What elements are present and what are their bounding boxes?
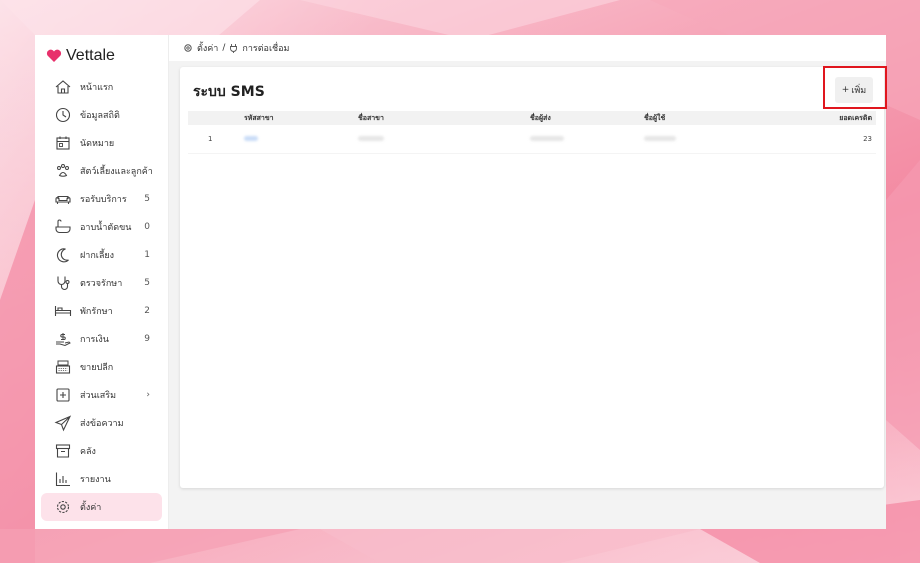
sidebar-item-label: หน้าแรก: [80, 83, 114, 93]
table-row[interactable]: 1 23: [188, 125, 876, 154]
sidebar-item-label: คลัง: [80, 447, 96, 457]
home-icon: [54, 78, 72, 96]
sidebar-item-bath[interactable]: อาบน้ำตัดขน 0: [41, 213, 162, 241]
breadcrumb-current: การต่อเชื่อม: [242, 44, 290, 54]
plus-box-icon: [54, 386, 72, 404]
sidebar-item-label: ข้อมูลสถิติ: [80, 111, 120, 121]
sofa-icon: [54, 190, 72, 208]
column-header-index: [188, 111, 240, 125]
sidebar-item-label: การเงิน: [80, 335, 109, 345]
add-button-highlight: [823, 66, 887, 109]
sidebar-item-chart[interactable]: รายงาน: [41, 465, 162, 493]
sidebar-item-send[interactable]: ส่งข้อความ: [41, 409, 162, 437]
chart-icon: [54, 470, 72, 488]
calendar-icon: [54, 134, 72, 152]
app-window: Vettale หน้าแรกข้อมูลสถิตินัดหมายสัตว์เล…: [35, 35, 886, 529]
sidebar-item-label: ส่วนเสริม: [80, 391, 117, 401]
column-header-branch-name[interactable]: ชื่อสาขา: [354, 111, 526, 125]
sidebar-nav: หน้าแรกข้อมูลสถิตินัดหมายสัตว์เลี้ยงและล…: [35, 73, 168, 521]
sidebar-item-plus-box[interactable]: ส่วนเสริม ›: [41, 381, 162, 409]
bed-icon: [54, 302, 72, 320]
sidebar-item-moon[interactable]: ฝากเลี้ยง 1: [41, 241, 162, 269]
row-sender-name: [526, 125, 640, 154]
sidebar-item-label: รอรับบริการ: [80, 195, 127, 205]
stats-icon: [54, 106, 72, 124]
column-header-username[interactable]: ชื่อผู้ใช้: [640, 111, 760, 125]
paw-icon: [54, 162, 72, 180]
sidebar-item-count: 2: [144, 306, 150, 316]
column-header-credit[interactable]: ยอดเครดิต: [760, 111, 876, 125]
logo[interactable]: Vettale: [35, 43, 168, 69]
moon-icon: [54, 246, 72, 264]
sidebar-item-money[interactable]: การเงิน 9: [41, 325, 162, 353]
brand-name: Vettale: [66, 47, 115, 64]
row-branch-name: [354, 125, 526, 154]
cash-register-icon: [54, 358, 72, 376]
heart-logo-icon: [46, 49, 62, 62]
sidebar-item-count: ›: [146, 390, 150, 400]
archive-icon: [54, 442, 72, 460]
sidebar-item-archive[interactable]: คลัง: [41, 437, 162, 465]
sidebar-item-label: อาบน้ำตัดขน: [80, 223, 132, 233]
sidebar-item-gear[interactable]: ตั้งค่า: [41, 493, 162, 521]
column-header-branch-code[interactable]: รหัสสาขา: [240, 111, 354, 125]
stethoscope-icon: [54, 274, 72, 292]
sidebar-item-count: 9: [144, 334, 150, 344]
sidebar-item-sofa[interactable]: รอรับบริการ 5: [41, 185, 162, 213]
sidebar-item-paw[interactable]: สัตว์เลี้ยงและลูกค้า: [41, 157, 162, 185]
gear-icon: [54, 498, 72, 516]
column-header-sender-name[interactable]: ชื่อผู้ส่ง: [526, 111, 640, 125]
sidebar-item-label: สัตว์เลี้ยงและลูกค้า: [80, 167, 153, 177]
row-username: [640, 125, 760, 154]
sidebar-item-home[interactable]: หน้าแรก: [41, 73, 162, 101]
sidebar-item-label: นัดหมาย: [80, 139, 115, 149]
sidebar-item-label: ฝากเลี้ยง: [80, 251, 115, 261]
send-icon: [54, 414, 72, 432]
sidebar-item-calendar[interactable]: นัดหมาย: [41, 129, 162, 157]
sidebar-item-count: 5: [144, 278, 150, 288]
sidebar-item-label: ตรวจรักษา: [80, 279, 123, 289]
sidebar-item-label: รายงาน: [80, 475, 111, 485]
breadcrumb: ตั้งค่า / การต่อเชื่อม: [169, 35, 886, 61]
sms-card: ระบบ SMS + เพิ่ม รหัสสาขา ชื่อสาขา ชื่อผ…: [180, 67, 884, 488]
bath-icon: [54, 218, 72, 236]
sidebar-item-label: ส่งข้อความ: [80, 419, 124, 429]
sidebar-item-bed[interactable]: พักรักษา 2: [41, 297, 162, 325]
sidebar-item-label: พักรักษา: [80, 307, 113, 317]
page-title: ระบบ SMS: [193, 84, 265, 100]
sidebar-item-label: ขายปลีก: [80, 363, 114, 373]
sidebar-item-count: 1: [144, 250, 150, 260]
gear-icon: [184, 44, 192, 52]
sidebar-item-count: 0: [144, 222, 150, 232]
sidebar-item-cash-register[interactable]: ขายปลีก: [41, 353, 162, 381]
plug-icon: [230, 44, 238, 53]
row-credit: 23: [760, 125, 876, 154]
breadcrumb-separator: /: [222, 43, 226, 53]
sidebar-item-count: 5: [144, 194, 150, 204]
main-content: ตั้งค่า / การต่อเชื่อม ระบบ SMS + เพิ่ม …: [169, 35, 886, 529]
sidebar-item-label: ตั้งค่า: [80, 503, 102, 513]
sidebar: Vettale หน้าแรกข้อมูลสถิตินัดหมายสัตว์เล…: [35, 35, 169, 529]
sms-table: รหัสสาขา ชื่อสาขา ชื่อผู้ส่ง ชื่อผู้ใช้ …: [188, 111, 876, 154]
sidebar-item-stethoscope[interactable]: ตรวจรักษา 5: [41, 269, 162, 297]
row-index: 1: [188, 125, 240, 154]
breadcrumb-settings[interactable]: ตั้งค่า: [197, 41, 218, 55]
sidebar-item-stats[interactable]: ข้อมูลสถิติ: [41, 101, 162, 129]
table-header-row: รหัสสาขา ชื่อสาขา ชื่อผู้ส่ง ชื่อผู้ใช้ …: [188, 111, 876, 125]
row-branch-code: [240, 125, 354, 154]
money-icon: [54, 330, 72, 348]
